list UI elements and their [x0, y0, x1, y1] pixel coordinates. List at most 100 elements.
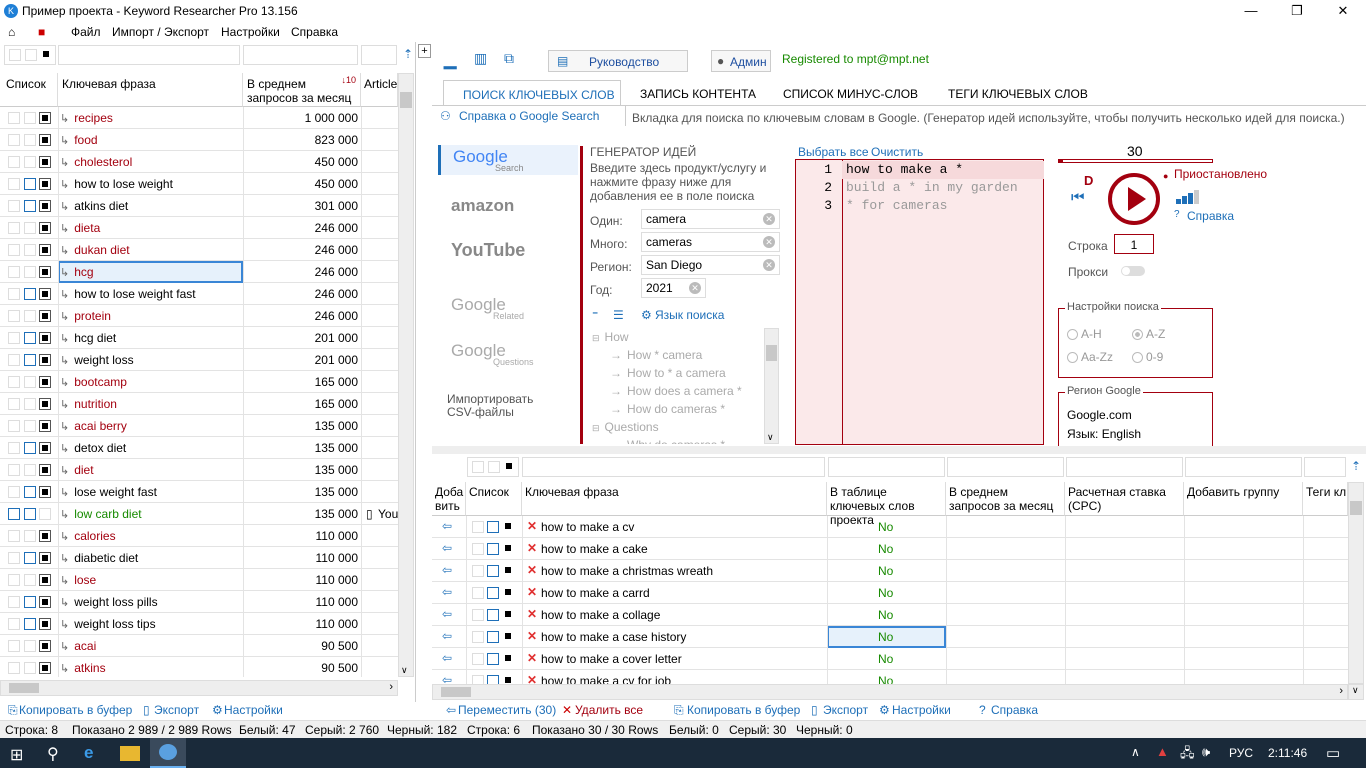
bcol-list-header[interactable]: Список [466, 482, 522, 516]
search-lang-link[interactable]: Язык поиска [655, 308, 724, 322]
add-arrow-icon[interactable]: ⇦ [442, 673, 452, 684]
gray-checkbox[interactable] [24, 200, 36, 212]
idea-row[interactable]: ⇦ ✕ how to make a cv for job No [432, 670, 1348, 684]
gray-checkbox[interactable] [24, 354, 36, 366]
gray-checkbox[interactable] [487, 631, 499, 643]
table-row[interactable]: ↳ hcg diet 201 000 [0, 327, 398, 349]
idea-row[interactable]: ⇦ ✕ how to make a carrd No [432, 582, 1348, 604]
white-checkbox[interactable] [8, 222, 20, 234]
white-checkbox[interactable] [472, 543, 484, 555]
save-icon[interactable]: ■ [38, 25, 45, 39]
google-help-link[interactable]: Справка о Google Search [459, 109, 599, 123]
tab-keyword-search[interactable]: ПОИСК КЛЮЧЕВЫХ СЛОВ [443, 80, 621, 106]
white-checkbox[interactable] [8, 552, 20, 564]
copy-buffer-link[interactable]: Копировать в буфер [19, 703, 132, 717]
editor-line[interactable]: 2 build a * in my garden [796, 179, 1044, 197]
bcol-phrase-header[interactable]: Ключевая фраза [522, 482, 827, 516]
control-help-link[interactable]: Справка [1187, 209, 1234, 223]
white-checkbox[interactable] [8, 398, 20, 410]
remove-x-icon[interactable]: ✕ [527, 651, 537, 665]
filter-phrase-input[interactable] [58, 45, 240, 65]
skip-back-icon[interactable]: ⏮ [1071, 189, 1085, 206]
guide-button[interactable]: ▤ Руководство [548, 50, 688, 72]
table-row[interactable]: ↳ protein 246 000 [0, 305, 398, 327]
notification-icon[interactable]: ▭ [1326, 744, 1340, 762]
table-row[interactable]: ↳ how to lose weight fast 246 000 [0, 283, 398, 305]
black-checkbox[interactable] [39, 310, 51, 322]
black-checkbox[interactable] [39, 486, 51, 498]
home-icon[interactable]: ⌂ [8, 25, 15, 39]
minimize-button[interactable]: — [1228, 0, 1274, 22]
tree-node[interactable]: ⊟ Questions [592, 420, 659, 434]
menu-settings[interactable]: Настройки [221, 25, 280, 39]
input-lang[interactable]: РУС [1229, 746, 1253, 760]
clear-many-icon[interactable]: ✕ [763, 236, 775, 248]
add-arrow-icon[interactable]: ⇦ [442, 563, 452, 577]
black-checkbox[interactable] [39, 222, 51, 234]
white-checkbox[interactable] [8, 442, 20, 454]
menu-file[interactable]: Файл [71, 25, 101, 39]
tree-scrollbar[interactable]: ∨ [764, 328, 779, 444]
black-checkbox[interactable] [39, 420, 51, 432]
tray-app-icon[interactable]: ▲ [1156, 744, 1169, 759]
gray-checkbox[interactable] [24, 530, 36, 542]
bottom-filter-cpc[interactable] [1066, 457, 1183, 477]
white-checkbox[interactable] [8, 200, 20, 212]
black-checkbox[interactable] [39, 332, 51, 344]
editor-line[interactable]: 1 how to make a * [796, 161, 1044, 179]
gray-checkbox[interactable] [24, 112, 36, 124]
tree-node[interactable]: → How do cameras * [610, 402, 725, 416]
youtube-logo[interactable]: YouTube [451, 240, 525, 261]
collapse-icon[interactable]: ☰ [613, 308, 624, 322]
table-row[interactable]: ↳ nutrition 165 000 [0, 393, 398, 415]
tree-node[interactable]: → How * camera [610, 348, 702, 362]
select-all-link[interactable]: Выбрать все [798, 145, 869, 159]
close-button[interactable]: ✕ [1320, 0, 1366, 22]
table-row[interactable]: ↳ atkins diet 301 000 [0, 195, 398, 217]
explorer-icon[interactable] [120, 746, 140, 761]
columns-icon[interactable]: ▥ [474, 50, 487, 67]
gray-checkbox[interactable] [487, 653, 499, 665]
remove-x-icon[interactable]: ✕ [527, 607, 537, 621]
bottom-filter-tags[interactable] [1304, 457, 1346, 477]
amazon-logo[interactable]: amazon [451, 196, 514, 216]
bottom-scroll-down-icon[interactable]: ∨ [1348, 684, 1364, 700]
one-input[interactable]: camera ✕ [641, 209, 780, 229]
table-row[interactable]: ↳ dukan diet 246 000 [0, 239, 398, 261]
black-checkbox[interactable] [39, 178, 51, 190]
gray-checkbox[interactable] [24, 662, 36, 674]
black-checkbox[interactable] [39, 288, 51, 300]
table-row[interactable]: ↳ recipes 1 000 000 [0, 107, 398, 129]
black-checkbox[interactable] [503, 565, 515, 577]
idea-row[interactable]: ⇦ ✕ how to make a collage No [432, 604, 1348, 626]
col-article-header[interactable]: Article [361, 73, 398, 107]
left-hscrollbar[interactable]: › [0, 680, 398, 696]
export-link[interactable]: Экспорт [154, 703, 199, 717]
white-checkbox[interactable] [8, 310, 20, 322]
black-checkbox[interactable] [39, 398, 51, 410]
bottom-filter-list[interactable] [467, 457, 519, 477]
gray-checkbox[interactable] [24, 420, 36, 432]
black-checkbox[interactable] [503, 631, 515, 643]
search-icon[interactable]: ⚲ [47, 744, 59, 764]
idea-row[interactable]: ⇦ ✕ how to make a cv No [432, 516, 1348, 538]
windows-start-icon[interactable]: ⊞ [10, 745, 23, 765]
bottom-vscrollbar[interactable] [1348, 482, 1364, 684]
white-checkbox[interactable] [8, 464, 20, 476]
table-row[interactable]: ↳ dieta 246 000 [0, 217, 398, 239]
white-checkbox[interactable] [472, 521, 484, 533]
white-checkbox[interactable] [8, 332, 20, 344]
white-checkbox[interactable] [8, 288, 20, 300]
black-checkbox[interactable] [39, 442, 51, 454]
remove-x-icon[interactable]: ✕ [527, 563, 537, 577]
add-arrow-icon[interactable]: ⇦ [442, 651, 452, 665]
table-row[interactable]: ↳ diet 135 000 [0, 459, 398, 481]
bottom-filter-in-table[interactable] [828, 457, 945, 477]
table-row[interactable]: ↳ detox diet 135 000 [0, 437, 398, 459]
editor-line[interactable]: 3 * for cameras [796, 197, 1044, 215]
tree-toggle-icon[interactable]: ⊟ [592, 333, 600, 343]
white-checkbox[interactable] [8, 134, 20, 146]
black-checkbox[interactable] [503, 521, 515, 533]
add-arrow-icon[interactable]: ⇦ [442, 629, 452, 643]
tab-write-content[interactable]: ЗАПИСЬ КОНТЕНТА [640, 87, 756, 101]
